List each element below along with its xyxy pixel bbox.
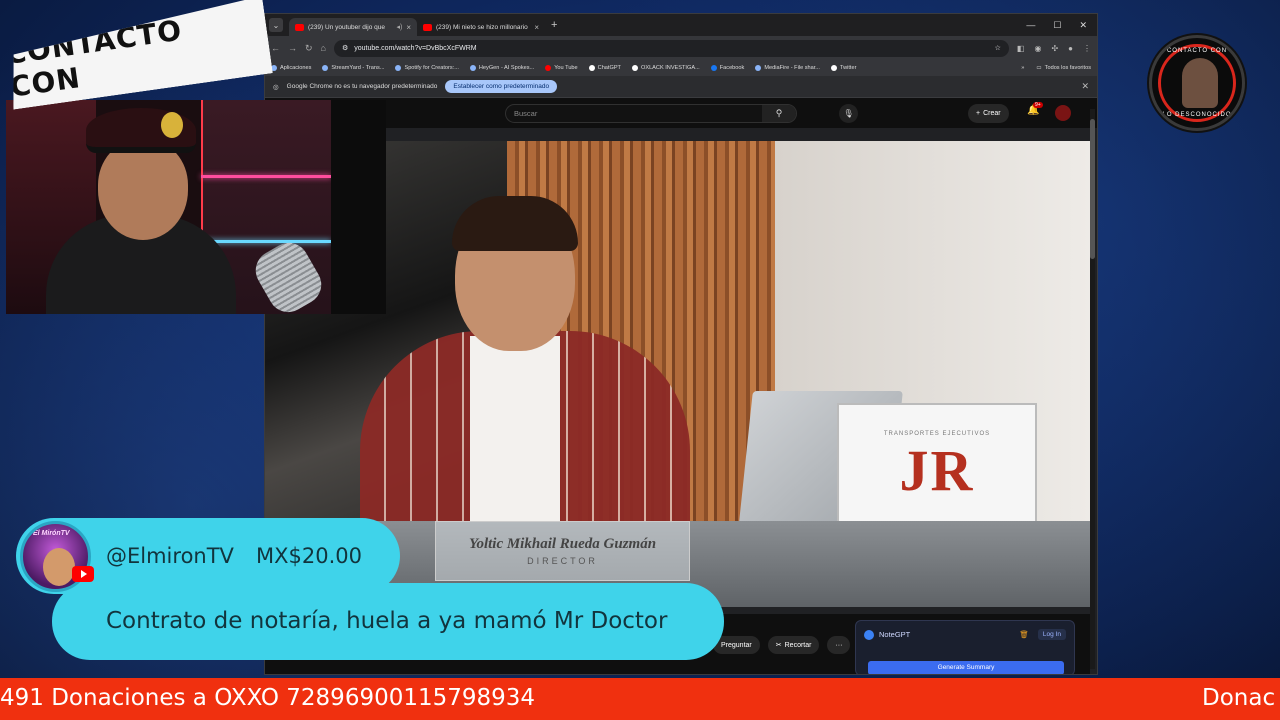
video-nameplate: Yoltic Mikhail Rueda Guzmán DIRECTOR [435, 521, 690, 581]
infobar-text: Google Chrome no es tu navegador predete… [286, 83, 438, 90]
minimize-icon[interactable]: — [1026, 20, 1035, 31]
scrollbar-thumb[interactable] [1090, 119, 1095, 259]
notegpt-logo-icon [864, 629, 874, 640]
address-bar[interactable]: ⚙ youtube.com/watch?v=DvBbcXcFWRM ☆ [333, 39, 1009, 57]
bookmarks-bar: Aplicaciones StreamYard - Trans... Spoti… [265, 60, 1097, 76]
youtube-search-input[interactable]: Buscar ⚲ [505, 104, 797, 123]
bookmark-favicon-icon [755, 65, 762, 71]
ticker-text: 491 Donaciones a OXXO 72896900115798934 [0, 685, 536, 711]
video-action-buttons: Preguntar ✂ Recortar ··· [713, 636, 851, 654]
bookmark-item[interactable]: You Tube [545, 65, 578, 71]
youtube-favicon-icon [423, 23, 432, 31]
extension-icons: ◧ ◉ ✣ ● ⋮ [1017, 44, 1091, 53]
bookmark-favicon-icon [830, 65, 837, 71]
close-tab-icon[interactable]: × [406, 23, 411, 32]
speaker-icon[interactable]: ◂) [396, 23, 402, 31]
site-info-icon[interactable]: ⚙ [342, 44, 348, 52]
puzzle-icon[interactable]: ✣ [1051, 44, 1058, 53]
plus-icon: + [976, 110, 981, 117]
folder-icon: ▭ [1036, 65, 1042, 71]
chrome-icon: ◎ [273, 83, 279, 91]
video-company-sign: TRANSPORTES EJECUTIVOS JR [837, 403, 1037, 531]
ticker-text-repeat: Donac [1202, 685, 1276, 711]
bookmark-item[interactable]: MediaFire - File shar... [755, 65, 820, 71]
superchat-message: Contrato de notaría, huela a ya mamó Mr … [106, 608, 668, 634]
tab-search-button[interactable]: ⌄ [269, 18, 283, 32]
bookmark-item[interactable]: Twitter [830, 65, 856, 71]
superchat-amount: MX$20.00 [256, 544, 362, 568]
channel-logo: CONTACTO CON LO DESCONOCIDO [1149, 35, 1245, 131]
more-actions-button[interactable]: ··· [827, 636, 851, 654]
notegpt-panel: NoteGPT 🗑 Log In Generate Summary [855, 620, 1075, 674]
trash-icon[interactable]: 🗑 [1019, 630, 1029, 639]
bookmark-favicon-icon [395, 65, 402, 71]
window-controls: — ☐ ✕ [1026, 20, 1097, 31]
bookmark-item[interactable]: ChatGPT [588, 65, 621, 71]
extension-icon[interactable]: ◉ [1034, 44, 1041, 53]
default-browser-infobar: ◎ Google Chrome no es tu navegador prede… [265, 76, 1097, 98]
video-person [360, 196, 690, 556]
menu-icon[interactable]: ⋮ [1083, 44, 1091, 53]
search-icon[interactable]: ⚲ [762, 105, 796, 122]
forward-icon[interactable]: → [288, 43, 297, 53]
close-tab-icon[interactable]: × [534, 23, 539, 32]
reload-icon[interactable]: ↻ [305, 43, 313, 54]
login-button[interactable]: Log In [1037, 629, 1066, 640]
superchat-username: @ElmironTV [106, 544, 234, 568]
tab-title: (239) Un youtuber dijo que [308, 23, 385, 31]
bookmark-star-icon[interactable]: ☆ [995, 44, 1001, 52]
bookmark-favicon-icon [469, 65, 476, 71]
url-text: youtube.com/watch?v=DvBbcXcFWRM [354, 44, 477, 52]
close-infobar-icon[interactable]: ✕ [1081, 81, 1089, 92]
browser-toolbar: ← → ↻ ⌂ ⚙ youtube.com/watch?v=DvBbcXcFWR… [265, 36, 1097, 60]
new-tab-button[interactable]: + [551, 19, 557, 31]
youtube-favicon-icon [295, 23, 304, 31]
notifications-bell-icon[interactable]: 🔔 9+ [1027, 102, 1043, 116]
youtube-header: Buscar ⚲ 🎙 + Crear 🔔 9+ [265, 98, 1097, 128]
youtube-logo-icon [72, 566, 94, 582]
bookmarks-right: » ▭ Todos los favoritos [1021, 65, 1091, 71]
donation-ticker: 491 Donaciones a OXXO 72896900115798934 … [0, 678, 1280, 720]
bookmark-item[interactable]: HeyGen - AI Spokes... [469, 65, 534, 71]
tab-title: (239) Mi nieto se hizo millonario [436, 23, 528, 31]
close-window-icon[interactable]: ✕ [1079, 20, 1087, 31]
extension-icon[interactable]: ◧ [1017, 44, 1025, 53]
notification-badge: 9+ [1033, 102, 1043, 108]
profile-icon[interactable]: ● [1068, 44, 1073, 53]
microphone-icon[interactable]: 🎙 [839, 104, 858, 123]
bookmark-item[interactable]: Spotify for Creators:... [395, 65, 459, 71]
tab-strip: ⌄ (239) Un youtuber dijo que ◂) × (239) … [265, 14, 1097, 36]
bookmark-item[interactable]: Facebook [710, 65, 744, 71]
clip-button[interactable]: ✂ Recortar [767, 636, 820, 654]
bookmark-favicon-icon [322, 65, 329, 71]
webcam-feed [6, 100, 386, 314]
scissors-icon: ✂ [775, 642, 782, 649]
bookmark-favicon-icon [631, 65, 638, 71]
tab-active[interactable]: (239) Un youtuber dijo que ◂) × [289, 18, 417, 36]
create-button[interactable]: + Crear [968, 104, 1009, 123]
page-scrollbar[interactable] [1090, 109, 1095, 669]
search-placeholder: Buscar [514, 109, 538, 118]
bookmark-item[interactable]: OXLACK INVESTIGA... [631, 65, 700, 71]
account-avatar[interactable] [1055, 105, 1071, 121]
bookmarks-overflow-button[interactable]: » [1021, 65, 1024, 71]
bookmark-favicon-icon [545, 65, 552, 71]
notegpt-title: NoteGPT [879, 630, 911, 639]
bookmark-favicon-icon [588, 65, 595, 71]
set-default-button[interactable]: Establecer como predeterminado [445, 80, 558, 93]
all-bookmarks-button[interactable]: ▭ Todos los favoritos [1036, 65, 1091, 71]
home-icon[interactable]: ⌂ [321, 43, 326, 53]
generate-summary-button[interactable]: Generate Summary [868, 661, 1064, 674]
tab-inactive[interactable]: (239) Mi nieto se hizo millonario × [417, 18, 545, 36]
maximize-icon[interactable]: ☐ [1053, 20, 1061, 31]
back-icon[interactable]: ← [271, 43, 280, 53]
bookmark-item[interactable]: StreamYard - Trans... [322, 65, 384, 71]
bookmark-favicon-icon [710, 65, 717, 71]
bookmark-item[interactable]: Aplicaciones [271, 65, 311, 71]
